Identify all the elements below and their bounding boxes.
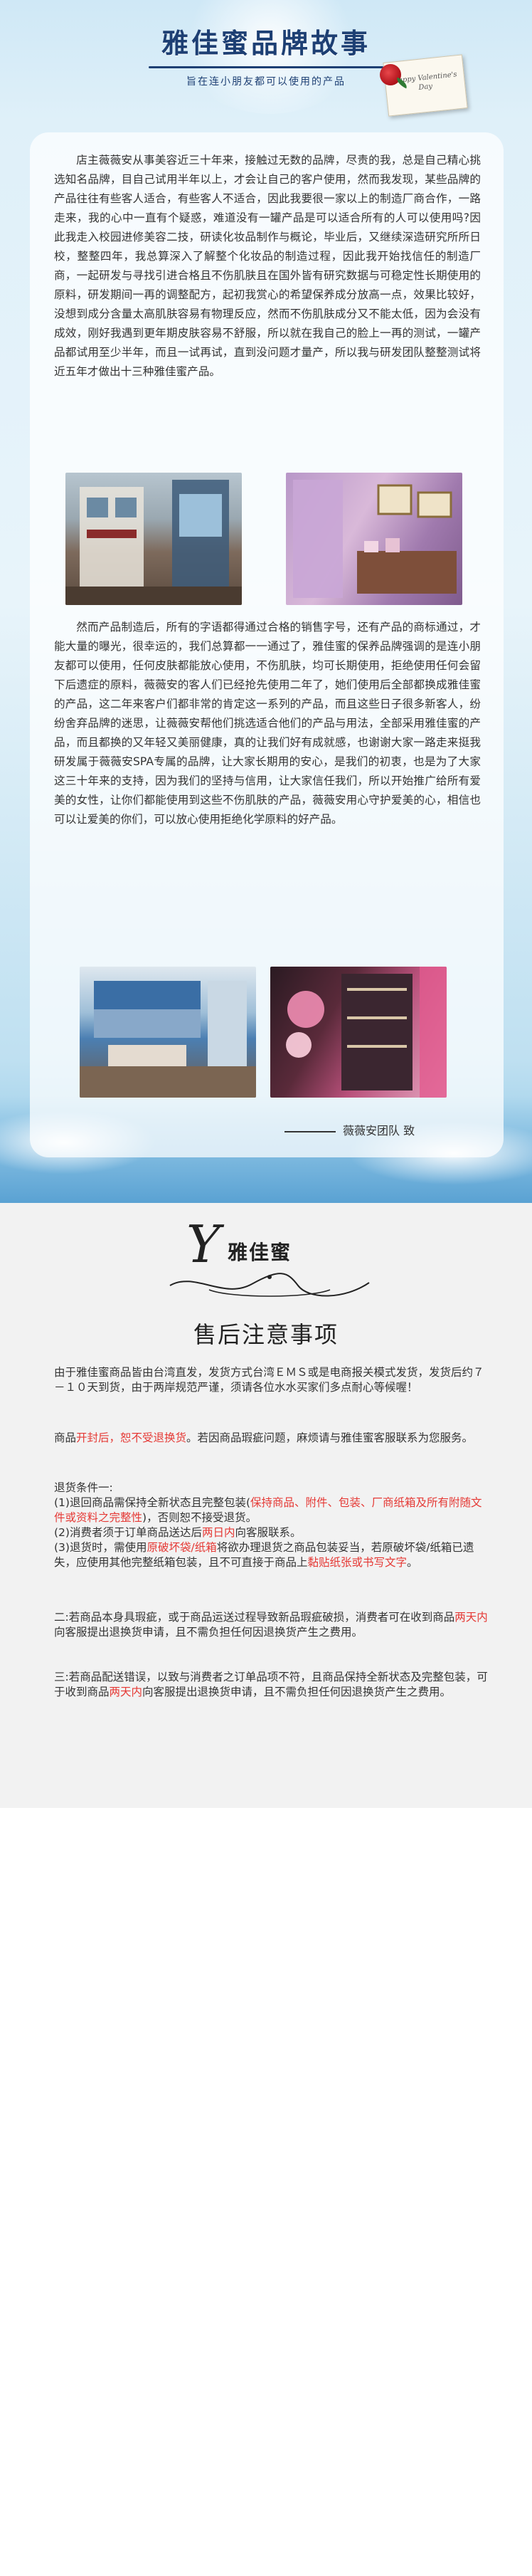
notice-title: 售后注意事项 xyxy=(193,1321,339,1348)
product-shelf-photo xyxy=(270,967,447,1098)
logo-name: 雅佳蜜 xyxy=(228,1241,292,1264)
notice-section-2: 二:若商品本身具瑕疵，或于商品运送过程导致新品瑕疵破损，消费者可在收到商品两天内… xyxy=(54,1610,488,1640)
spa-room-photo xyxy=(80,967,256,1098)
salon-interior-photo xyxy=(286,473,462,605)
logo-letter: Y xyxy=(186,1214,220,1274)
page: 雅佳蜜品牌故事 旨在连小朋友都可以使用的产品 Happy Valentine's… xyxy=(0,0,532,2576)
opened-highlight: 开封后，恕不受退换货 xyxy=(76,1431,187,1444)
spa-room-illustration xyxy=(80,981,256,1098)
cond2-prefix: (2)消费者须于订单商品送达后 xyxy=(54,1526,202,1539)
notice-opened-policy: 商品开封后，恕不受退换货。若因商品瑕疵问题，麻烦请与雅佳蜜客服联系为您服务。 xyxy=(54,1431,488,1446)
return-conditions: 退货条件一: (1)退回商品需保持全新状态且完整包装(保持商品、附件、包装、厂商… xyxy=(54,1481,488,1570)
opened-suffix: 。若因商品瑕疵问题，麻烦请与雅佳蜜客服联系为您服务。 xyxy=(186,1431,474,1444)
sec2-highlight: 两天内 xyxy=(454,1611,488,1624)
sec2-prefix: 二:若商品本身具瑕疵，或于商品运送过程导致新品瑕疵破损，消费者可在收到商品 xyxy=(54,1611,455,1624)
cond3-highlight-1: 原破坏袋/纸箱 xyxy=(147,1541,217,1554)
cond1-suffix: )，否则恕不接受退货。 xyxy=(142,1511,257,1524)
storefront-illustration xyxy=(65,480,242,605)
story-paragraph-1: 店主薇薇安从事美容近三十年来，接触过无数的品牌，尽责的我，总是自己精心挑选知名品… xyxy=(54,154,481,378)
story-paragraph-2: 然而产品制造后，所有的字语都得通过合格的销售字号，还有产品的商标通过，才能大量的… xyxy=(54,621,481,826)
condition-1: (1)退回商品需保持全新状态且完整包装(保持商品、附件、包装、厂商纸箱及所有附随… xyxy=(54,1495,488,1525)
story-signature: 薇薇安团队 致 xyxy=(284,1121,498,1138)
signature-text: 薇薇安团队 致 xyxy=(343,1124,415,1137)
cond3-prefix: (3)退货时，需使用 xyxy=(54,1541,147,1554)
cond2-highlight: 两日内 xyxy=(201,1526,235,1539)
cond2-suffix: 向客服联系。 xyxy=(235,1526,302,1539)
valentine-card: Happy Valentine's Day xyxy=(383,54,468,117)
condition-2: (2)消费者须于订单商品送达后两日内向客服联系。 xyxy=(54,1525,488,1540)
logo-swirl-ornament xyxy=(169,1273,370,1297)
sec2-suffix: 向客服提出退换货申请，且不需负担任何因退换货产生之费用。 xyxy=(54,1626,363,1639)
opened-prefix: 商品 xyxy=(54,1431,77,1444)
storefront-photo xyxy=(65,473,242,605)
condition-3: (3)退货时，需使用原破坏袋/纸箱将欲办理退货之商品包装妥当，若原破坏袋/纸箱已… xyxy=(54,1540,488,1570)
notice-section-3: 三:若商品配送错误，以致与消费者之订单品项不符，且商品保持全新状态及完整包装，可… xyxy=(54,1670,488,1700)
notice-intro: 由于雅佳蜜商品皆由台湾直发，发货方式台湾ＥＭＳ或是电商报关模式发货，发货后约７－… xyxy=(54,1366,484,1394)
cond3-highlight-2: 黏贴纸张或书写文字 xyxy=(307,1556,408,1569)
sec3-suffix: 向客服提出退换货申请，且不需负担任何因退换货产生之费用。 xyxy=(142,1686,452,1698)
conditions-heading: 退货条件一: xyxy=(54,1481,113,1494)
brand-story-section: 雅佳蜜品牌故事 旨在连小朋友都可以使用的产品 Happy Valentine's… xyxy=(0,0,532,1203)
title-underline xyxy=(149,66,383,68)
product-shelf-illustration xyxy=(286,967,447,1098)
cond1-prefix: (1)退回商品需保持全新状态且完整包装( xyxy=(54,1496,251,1509)
salon-interior-illustration xyxy=(293,480,457,598)
signature-dash xyxy=(284,1130,336,1132)
cond3-suffix: 。 xyxy=(407,1556,418,1569)
sec3-highlight: 两天内 xyxy=(109,1686,143,1698)
